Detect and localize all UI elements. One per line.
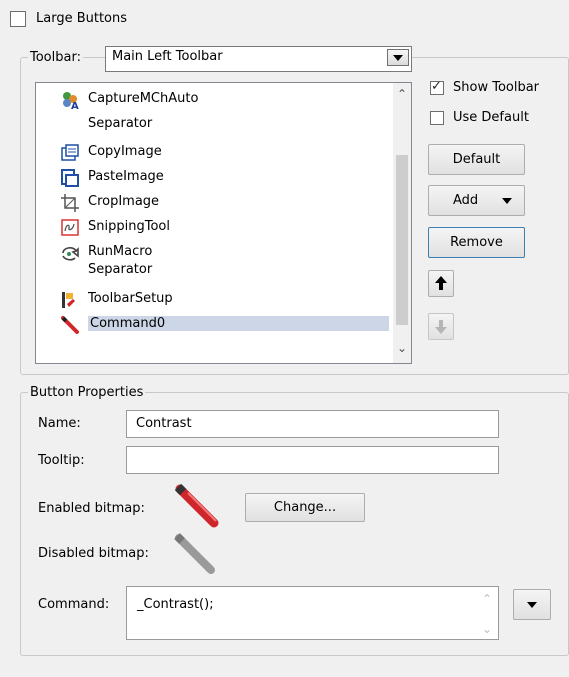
move-down-button[interactable] — [428, 313, 454, 340]
scroll-up-icon[interactable]: ⌃ — [482, 592, 492, 606]
capture-icon: A — [60, 90, 80, 112]
list-item[interactable]: PasteImage — [50, 166, 389, 188]
svg-text:A: A — [71, 101, 79, 110]
show-toolbar-label: Show Toolbar — [453, 80, 540, 95]
list-scrollbar[interactable]: ⌃ ⌄ — [393, 83, 411, 363]
toolbar-items-list[interactable]: A CaptureMChAuto Separator CopyImage Pas… — [35, 82, 412, 364]
button-properties-title: Button Properties — [28, 385, 146, 400]
list-item[interactable]: Separator — [50, 259, 389, 281]
scrollbar-thumb[interactable] — [396, 155, 408, 325]
toolbar-setup-icon — [60, 290, 80, 310]
name-input-value: Contrast — [136, 416, 192, 431]
use-default-label: Use Default — [453, 110, 529, 125]
command-label: Command: — [38, 597, 110, 612]
tooltip-label: Tooltip: — [38, 453, 85, 468]
list-item-label: PasteImage — [88, 169, 164, 184]
toolbar-label: Toolbar: — [28, 50, 83, 65]
chevron-down-icon — [393, 54, 403, 61]
list-item[interactable]: SnippingTool — [50, 216, 389, 238]
copy-image-icon — [60, 143, 80, 163]
pencil-icon — [60, 315, 80, 335]
disabled-bitmap-label: Disabled bitmap: — [38, 546, 149, 561]
list-item-label: Command0 — [88, 316, 389, 331]
list-item-label: Separator — [88, 262, 153, 277]
toolbar-select[interactable]: Main Left Toolbar — [105, 46, 412, 72]
enabled-bitmap-label: Enabled bitmap: — [38, 501, 145, 516]
list-item-label: CropImage — [88, 194, 160, 209]
name-label: Name: — [38, 416, 81, 431]
remove-button-label: Remove — [450, 235, 503, 250]
default-button[interactable]: Default — [428, 144, 525, 175]
arrow-up-icon — [435, 276, 447, 290]
tooltip-input[interactable] — [126, 446, 499, 474]
add-button-label: Add — [453, 193, 479, 208]
list-item-label: SnippingTool — [88, 219, 170, 234]
arrow-down-icon — [435, 320, 447, 334]
move-up-button[interactable] — [428, 270, 454, 297]
add-button[interactable]: Add — [428, 185, 525, 216]
use-default-checkbox[interactable] — [430, 111, 444, 125]
crop-icon — [60, 193, 80, 213]
list-item[interactable]: ToolbarSetup — [50, 288, 389, 310]
list-item[interactable]: A CaptureMChAuto — [50, 88, 389, 112]
snipping-icon — [60, 218, 80, 238]
show-toolbar-checkbox[interactable] — [430, 79, 444, 95]
name-input[interactable]: Contrast — [126, 410, 499, 438]
chevron-down-icon — [502, 197, 512, 204]
scroll-down-icon[interactable]: ⌄ — [482, 622, 492, 636]
list-item-label: ToolbarSetup — [88, 291, 173, 306]
list-item[interactable]: Separator — [50, 113, 389, 135]
toolbar-select-dropdown-button[interactable] — [387, 49, 409, 66]
toolbar-select-value: Main Left Toolbar — [112, 49, 223, 64]
list-item[interactable]: CopyImage — [50, 141, 389, 163]
list-item-label: CopyImage — [88, 144, 162, 159]
large-buttons-label: Large Buttons — [36, 11, 128, 26]
list-item-label: CaptureMChAuto — [88, 91, 199, 106]
command-dropdown-button[interactable] — [513, 589, 551, 620]
scroll-up-icon[interactable]: ⌃ — [397, 87, 407, 101]
command-textarea-value: _Contrast(); — [137, 597, 214, 612]
disabled-pencil-icon — [174, 533, 215, 574]
command-textarea[interactable]: _Contrast(); ⌃ ⌄ — [126, 586, 499, 640]
change-button-label: Change... — [273, 500, 337, 515]
enabled-pencil-icon — [174, 483, 219, 528]
paste-image-icon — [60, 168, 80, 188]
default-button-label: Default — [452, 152, 501, 167]
list-item-label: Separator — [88, 116, 153, 131]
change-button[interactable]: Change... — [245, 493, 365, 522]
scroll-down-icon[interactable]: ⌄ — [397, 341, 407, 355]
list-item-label: RunMacro — [88, 244, 153, 259]
large-buttons-checkbox[interactable] — [10, 11, 26, 27]
list-item[interactable]: Command0 — [50, 313, 389, 335]
remove-button[interactable]: Remove — [428, 227, 525, 258]
chevron-down-icon — [527, 601, 537, 608]
list-item[interactable]: CropImage — [50, 191, 389, 213]
